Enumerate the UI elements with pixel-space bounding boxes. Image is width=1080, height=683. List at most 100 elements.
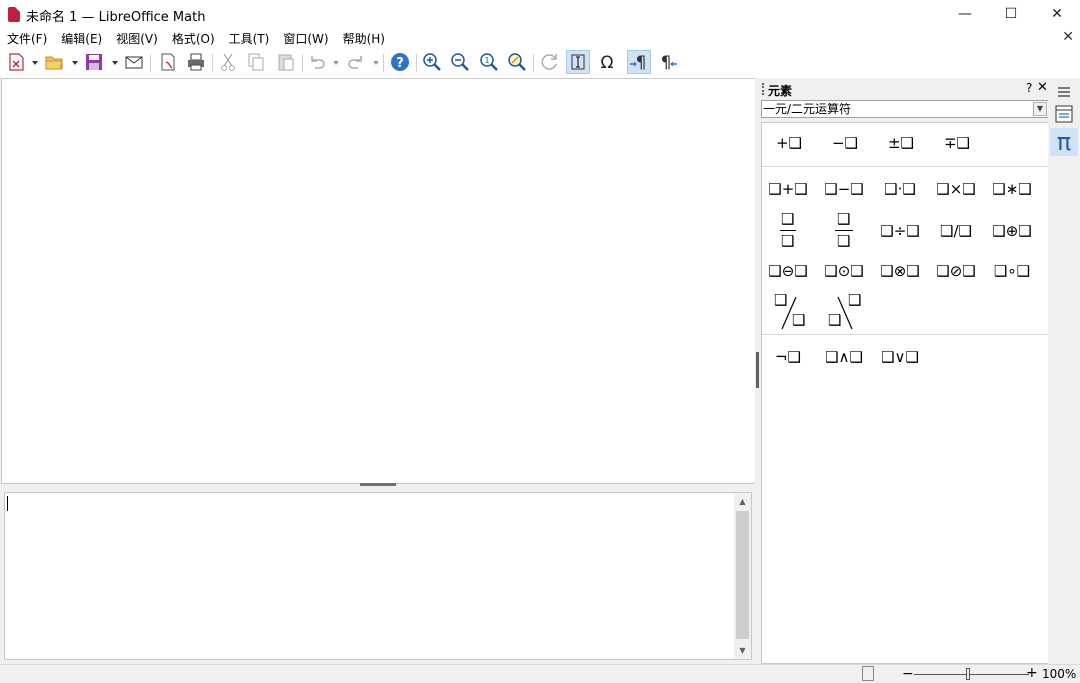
minimize-button[interactable]: — [942,0,988,28]
zoom-out-button[interactable]: − [902,666,914,682]
redo-icon[interactable] [344,50,368,74]
status-bar: − + 100% [0,664,1080,683]
cut-icon[interactable] [216,50,240,74]
element-wide-backslash[interactable]: ❑ ❑ [818,291,870,335]
fraction-numerator: ❑ [837,210,851,228]
zoom-out-icon[interactable] [448,50,472,74]
copy-icon[interactable] [244,50,268,74]
element-circled-minus[interactable]: ❑⊖❑ [762,253,814,289]
zoom-100-icon[interactable]: 1 [477,50,501,74]
new-dropdown-icon[interactable] [32,61,38,65]
libreoffice-math-icon [8,7,20,22]
svg-text:¶: ¶ [661,53,672,72]
close-button[interactable]: ✕ [1034,0,1080,28]
menu-edit[interactable]: 编辑(E) [61,30,102,47]
element-circled-times[interactable]: ❑⊗❑ [874,253,926,289]
zoom-percentage[interactable]: 100% [1042,667,1076,681]
zoom-slider-thumb[interactable] [966,668,970,680]
elements-panel: 元素 ? ✕ 一元/二元运算符 ▼ +❑ −❑ ±❑ ∓❑ ❑+❑ ❑−❑ ❑·… [760,78,1049,664]
pi-icon[interactable]: π [1050,128,1078,156]
element-wide-slash[interactable]: ❑ ❑ [762,291,814,335]
fraction-denominator: ❑ [837,232,851,250]
scroll-up-icon[interactable]: ▲ [734,493,751,510]
element-boolean-not[interactable]: ¬❑ [762,339,814,375]
menu-tools[interactable]: 工具(T) [229,30,270,47]
scroll-down-icon[interactable]: ▼ [734,642,751,659]
email-icon[interactable] [122,50,146,74]
update-icon[interactable] [538,50,562,74]
splitter-grip-icon[interactable] [360,483,396,486]
element-boolean-or[interactable]: ❑∨❑ [874,339,926,375]
menu-help[interactable]: 帮助(H) [343,30,385,47]
menu-format[interactable]: 格式(O) [172,30,215,47]
print-icon[interactable] [184,50,208,74]
scroll-thumb[interactable] [736,511,749,639]
fraction-numerator: ❑ [781,210,795,228]
element-circled-slash[interactable]: ❑⊘❑ [930,253,982,289]
menu-window[interactable]: 窗口(W) [283,30,328,47]
help-icon[interactable]: ? [388,50,412,74]
element-circled-plus[interactable]: ❑⊕❑ [986,213,1038,249]
new-document-icon[interactable] [4,50,28,74]
panel-help-button[interactable]: ? [1026,81,1032,95]
element-unary-minus[interactable]: −❑ [819,125,871,161]
fraction-bar [780,230,796,231]
command-editor[interactable]: ▲ ▼ [4,492,752,660]
element-multiplication[interactable]: ❑×❑ [930,171,982,207]
element-dot-product[interactable]: ❑·❑ [874,171,926,207]
zoom-in-button[interactable]: + [1026,665,1038,681]
elements-pilcrow-icon[interactable]: ¶ [627,50,651,74]
menu-view[interactable]: 视图(V) [116,30,158,47]
sidebar-deck: π [1048,78,1080,664]
panel-close-button[interactable]: ✕ [1037,80,1048,95]
menu-bar: 文件(F) 编辑(E) 视图(V) 格式(O) 工具(T) 窗口(W) 帮助(H… [0,28,1080,48]
menu-file[interactable]: 文件(F) [7,30,47,47]
save-icon[interactable] [82,50,106,74]
element-division[interactable]: ❑÷❑ [874,213,926,249]
open-dropdown-icon[interactable] [72,61,78,65]
element-fraction[interactable]: ❑ ❑ [762,209,814,253]
element-composition[interactable]: ❑∘❑ [986,253,1038,289]
sidebar-collapse-icon[interactable] [756,352,759,388]
text-cursor [7,496,8,511]
save-dropdown-icon[interactable] [112,61,118,65]
show-all-icon[interactable] [505,50,529,74]
element-circled-dot[interactable]: ❑⊙❑ [818,253,870,289]
title-bar: 未命名 1 — LibreOffice Math — ☐ ✕ [0,0,1080,28]
elements-grid: +❑ −❑ ±❑ ∓❑ ❑+❑ ❑−❑ ❑·❑ ❑×❑ ❑∗❑ ❑ ❑ ❑ ❑ … [761,122,1049,664]
widebslash-bottom: ❑ [828,311,842,329]
close-document-button[interactable]: ✕ [1062,29,1074,45]
svg-text:1: 1 [484,56,489,65]
undo-dropdown-icon[interactable] [333,61,339,65]
element-plus-minus[interactable]: ±❑ [875,125,927,161]
element-boolean-and[interactable]: ❑∧❑ [818,339,870,375]
svg-text:?: ? [396,56,404,71]
group-divider [762,334,1048,335]
properties-icon[interactable] [1050,100,1078,128]
element-unary-plus[interactable]: +❑ [763,125,815,161]
element-addition[interactable]: ❑+❑ [762,171,814,207]
element-fraction-wide[interactable]: ❑ ❑ [818,209,870,253]
command-pilcrow-icon[interactable]: ¶ [656,50,680,74]
element-subtraction[interactable]: ❑−❑ [818,171,870,207]
vertical-scrollbar[interactable]: ▲ ▼ [734,493,751,659]
export-pdf-icon[interactable] [156,50,180,74]
redo-dropdown-icon[interactable] [373,61,379,65]
zoom-slider[interactable] [914,674,1029,675]
paste-icon[interactable] [274,50,298,74]
symbols-omega-icon[interactable]: Ω [595,50,619,74]
undo-icon[interactable] [305,50,329,74]
element-category-select[interactable]: 一元/二元运算符 ▼ [761,100,1049,118]
formula-preview[interactable] [1,78,756,484]
document-modified-icon [862,666,874,681]
element-asterisk[interactable]: ❑∗❑ [986,171,1038,207]
element-slash[interactable]: ❑/❑ [930,213,982,249]
zoom-in-icon[interactable] [420,50,444,74]
maximize-button[interactable]: ☐ [988,0,1034,28]
formula-cursor-icon[interactable] [566,50,590,74]
drag-handle-icon[interactable] [762,83,764,95]
open-folder-icon[interactable] [42,50,66,74]
panel-title: 元素 [768,84,793,98]
element-minus-plus[interactable]: ∓❑ [931,125,983,161]
chevron-down-icon[interactable]: ▼ [1033,102,1047,116]
